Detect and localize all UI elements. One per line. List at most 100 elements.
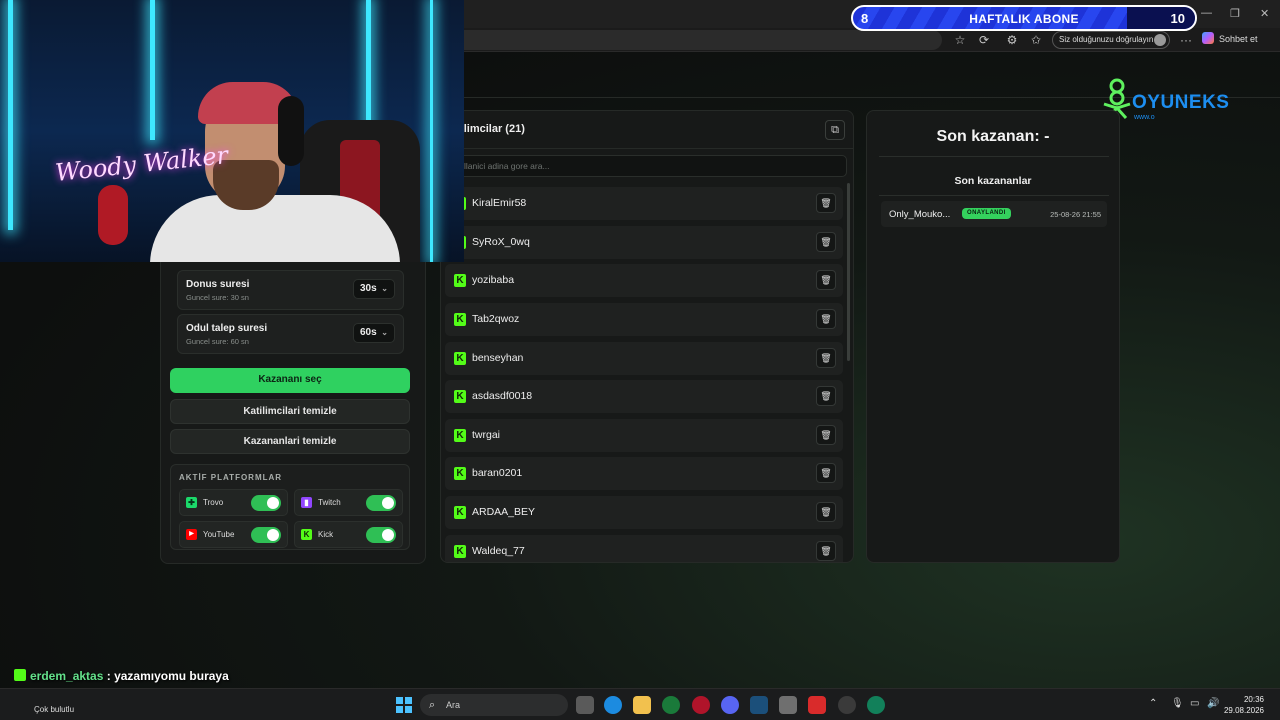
webcam-overlay: Woody Walker (0, 0, 464, 262)
setting-label: Donus suresi (186, 279, 250, 290)
trash-icon[interactable]: 🗑 (816, 270, 836, 290)
kick-icon: K (454, 545, 466, 558)
microphone (98, 185, 128, 245)
participant-row: Kyozibaba 🗑 (445, 264, 843, 297)
platform-youtube: ▶ YouTube (179, 521, 288, 548)
maximize-icon[interactable]: ❐ (1230, 7, 1240, 20)
trash-icon[interactable]: 🗑 (816, 502, 836, 522)
winners-header: Son kazananlar (954, 175, 1032, 187)
active-platforms: AKTİF PLATFORMLAR ✚ Trovo ▮ Twitch ▶ You… (170, 464, 410, 550)
trash-icon[interactable]: 🗑 (816, 541, 836, 561)
participant-row: K Tab2qwoz 🗑 (445, 303, 843, 336)
microphone-icon[interactable]: 🎙 (1171, 698, 1184, 709)
setting-label: Odul talep suresi (186, 323, 268, 334)
steam-icon[interactable] (750, 696, 768, 714)
twitch-toggle[interactable] (366, 495, 396, 511)
weather-label: Çok bulutlu (34, 705, 75, 714)
kick-icon: K (454, 390, 466, 403)
claim-duration-select[interactable]: 60s ⌄ (353, 323, 395, 343)
verify-label: Siz olduğunuzu doğrulayın (1059, 35, 1154, 44)
minimize-icon[interactable]: — (1201, 7, 1212, 19)
file-explorer-icon[interactable] (633, 696, 651, 714)
participant-name: SyRoX_0wq (472, 236, 530, 248)
participant-search-input[interactable]: llanici adina gore ara... (455, 155, 847, 177)
participant-row: Ktwrgai 🗑 (445, 419, 843, 452)
trash-icon[interactable]: 🗑 (816, 463, 836, 483)
more-menu-icon[interactable]: ··· (1178, 32, 1194, 48)
participant-name: baran0201 (472, 467, 523, 479)
copy-icon[interactable]: ⧉ (825, 120, 845, 140)
verify-identity-button[interactable]: Siz olduğunuzu doğrulayın (1052, 31, 1170, 49)
performance-icon[interactable]: ⚙ (1004, 32, 1020, 48)
upwork-icon[interactable] (662, 696, 680, 714)
participant-name: KiralEmir58 (472, 197, 527, 209)
discord-icon[interactable] (721, 696, 739, 714)
neon-sign-logo: Woody Walker (54, 141, 230, 187)
participant-name: ARDAA_BEY (472, 506, 536, 518)
pick-winner-button[interactable]: Kazananı seç (170, 368, 410, 393)
favorite-star-icon[interactable]: ☆ (952, 32, 968, 48)
participant-row: Kasdasdf0018 🗑 (445, 380, 843, 413)
chevron-down-icon: ⌄ (381, 328, 388, 337)
platform-kick: K Kick (294, 521, 403, 548)
trash-icon[interactable]: 🗑 (816, 348, 836, 368)
participants-scrollbar[interactable] (847, 183, 850, 361)
calculator-icon[interactable] (779, 696, 797, 714)
start-menu-icon[interactable] (396, 697, 412, 713)
copilot-icon (1202, 32, 1214, 44)
participant-name: asdasdf0018 (472, 390, 533, 402)
platform-name: Trovo (203, 498, 224, 507)
display-icon[interactable]: ▭ (1190, 698, 1199, 709)
trash-icon[interactable]: 🗑 (816, 386, 836, 406)
app-icon[interactable] (867, 696, 885, 714)
app-icon[interactable] (838, 696, 856, 714)
clock-time: 20:36 (1243, 695, 1264, 704)
profile-avatar (1154, 34, 1166, 46)
select-value: 60s (360, 327, 377, 338)
setting-hint: Guncel sure: 60 sn (186, 337, 249, 346)
clear-winners-button[interactable]: Kazananlari temizle (170, 429, 410, 454)
chat-label: Sohbet et (1219, 34, 1258, 44)
platform-name: YouTube (203, 530, 235, 539)
tray-chevron-icon[interactable]: ⌃ (1149, 698, 1157, 709)
trash-icon[interactable]: 🗑 (816, 232, 836, 252)
select-value: 30s (360, 283, 377, 294)
participant-row: K ARDAA_BEY 🗑 (445, 496, 843, 529)
address-bar[interactable] (464, 30, 942, 50)
divider (879, 156, 1109, 157)
system-clock[interactable]: 20:36 29.08.2026 (1224, 694, 1264, 716)
taskbar-search[interactable]: ⌕ Ara (420, 694, 568, 716)
trash-icon[interactable]: 🗑 (816, 309, 836, 329)
kick-icon: K (301, 529, 312, 540)
clear-participants-button[interactable]: Katilimcilari temizle (170, 399, 410, 424)
taskbar: Çok bulutlu ⌕ Ara ⌃ 🎙 ▭ 🔊 20:36 29.08.20… (0, 688, 1280, 720)
participants-panel: tilimcilar (21) ⧉ llanici adina gore ara… (440, 110, 854, 563)
spin-duration-select[interactable]: 30s ⌄ (353, 279, 395, 299)
participant-row: KSyRoX_0wq🗑 (445, 226, 843, 259)
trash-icon[interactable]: 🗑 (816, 193, 836, 213)
participant-row: K Waldeq_77 🗑 (445, 535, 843, 562)
favorites-icon[interactable]: ✩ (1028, 32, 1044, 48)
neon-light (430, 0, 433, 262)
participants-header: tilimcilar (21) ⧉ (441, 111, 853, 149)
setting-hint: Guncel sure: 30 sn (186, 293, 249, 302)
anydesk-icon[interactable] (808, 696, 826, 714)
edge-browser-icon[interactable] (604, 696, 622, 714)
neon-light (150, 0, 155, 140)
youtube-toggle[interactable] (251, 527, 281, 543)
kick-icon: K (454, 352, 466, 365)
game-app-icon[interactable] (692, 696, 710, 714)
copilot-chat-button[interactable]: Sohbet et (1202, 32, 1258, 44)
extensions-icon[interactable]: ⟳ (976, 32, 992, 48)
kick-icon: K (454, 506, 466, 519)
search-icon: ⌕ (429, 699, 436, 711)
platform-name: Kick (318, 530, 334, 539)
trash-icon[interactable]: 🗑 (816, 425, 836, 445)
close-icon[interactable]: ✕ (1260, 7, 1269, 20)
participant-name: twrgai (472, 429, 501, 441)
volume-icon[interactable]: 🔊 (1207, 698, 1219, 709)
clock-date: 29.08.2026 (1223, 706, 1264, 715)
task-view-icon[interactable] (576, 696, 594, 714)
kick-toggle[interactable] (366, 527, 396, 543)
trovo-toggle[interactable] (251, 495, 281, 511)
